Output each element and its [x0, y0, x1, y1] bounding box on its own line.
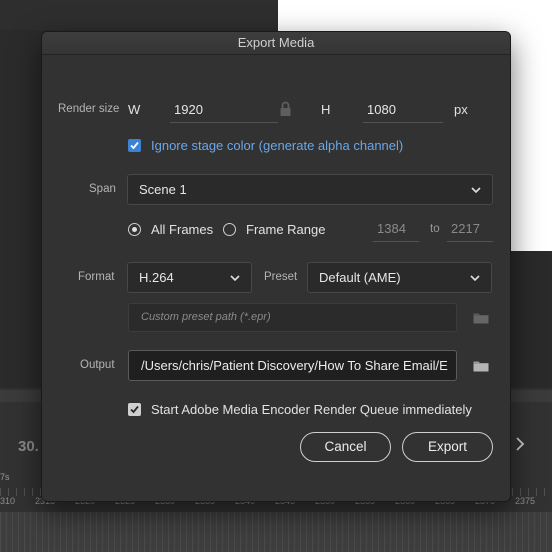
export-button[interactable]: Export — [402, 432, 493, 462]
span-value: Scene 1 — [139, 182, 187, 197]
frame-number: 30. — [18, 438, 39, 455]
ruler-label: 310 — [0, 496, 16, 506]
ame-queue-label[interactable]: Start Adobe Media Encoder Render Queue i… — [151, 402, 472, 417]
width-input[interactable]: 1920 — [170, 97, 278, 123]
height-input[interactable]: 1080 — [363, 97, 443, 123]
app-background — [0, 0, 278, 30]
output-label: Output — [80, 359, 115, 371]
frame-to-input[interactable]: 2217 — [447, 216, 493, 242]
custom-preset-input[interactable]: Custom preset path (*.epr) — [128, 303, 457, 332]
height-label: H — [321, 102, 331, 117]
ruler-label: 2375 — [515, 496, 536, 506]
chevron-right-icon[interactable] — [515, 437, 525, 456]
frame-range-label[interactable]: Frame Range — [246, 222, 325, 237]
frame-from-input[interactable]: 1384 — [373, 216, 419, 242]
ignore-stage-label[interactable]: Ignore stage color (generate alpha chann… — [151, 138, 403, 153]
format-dropdown[interactable]: H.264 — [127, 262, 252, 293]
render-size-label: Render size — [58, 103, 120, 115]
folder-icon[interactable] — [473, 359, 489, 372]
chevron-down-icon — [471, 187, 481, 194]
px-unit-label: px — [454, 102, 468, 117]
span-dropdown[interactable]: Scene 1 — [127, 174, 493, 205]
timeline-seconds-label: 7s — [0, 472, 10, 482]
preset-dropdown[interactable]: Default (AME) — [307, 262, 492, 293]
format-value: H.264 — [139, 270, 174, 285]
preset-label: Preset — [264, 271, 298, 283]
check-icon — [130, 141, 139, 150]
frame-to-label: to — [430, 223, 440, 235]
chevron-down-icon — [230, 275, 240, 282]
span-label: Span — [89, 183, 116, 195]
all-frames-label[interactable]: All Frames — [151, 222, 213, 237]
export-media-dialog: Export Media Render size W 1920 H 1080 p… — [41, 31, 511, 502]
dialog-title: Export Media — [42, 32, 510, 55]
ignore-stage-checkbox[interactable] — [128, 139, 141, 152]
chevron-down-icon — [470, 275, 480, 282]
width-label: W — [128, 102, 141, 117]
check-icon — [130, 405, 139, 414]
frame-range-radio[interactable] — [223, 223, 236, 236]
preset-value: Default (AME) — [319, 270, 401, 285]
format-label: Format — [78, 271, 115, 283]
folder-icon[interactable] — [473, 311, 489, 324]
lock-icon[interactable] — [279, 101, 292, 122]
timeline-track — [0, 512, 552, 552]
all-frames-radio[interactable] — [128, 223, 141, 236]
ame-queue-checkbox[interactable] — [128, 403, 141, 416]
cancel-button[interactable]: Cancel — [300, 432, 391, 462]
output-path-input[interactable]: /Users/chris/Patient Discovery/How To Sh… — [128, 350, 457, 381]
panel-background — [510, 251, 552, 391]
